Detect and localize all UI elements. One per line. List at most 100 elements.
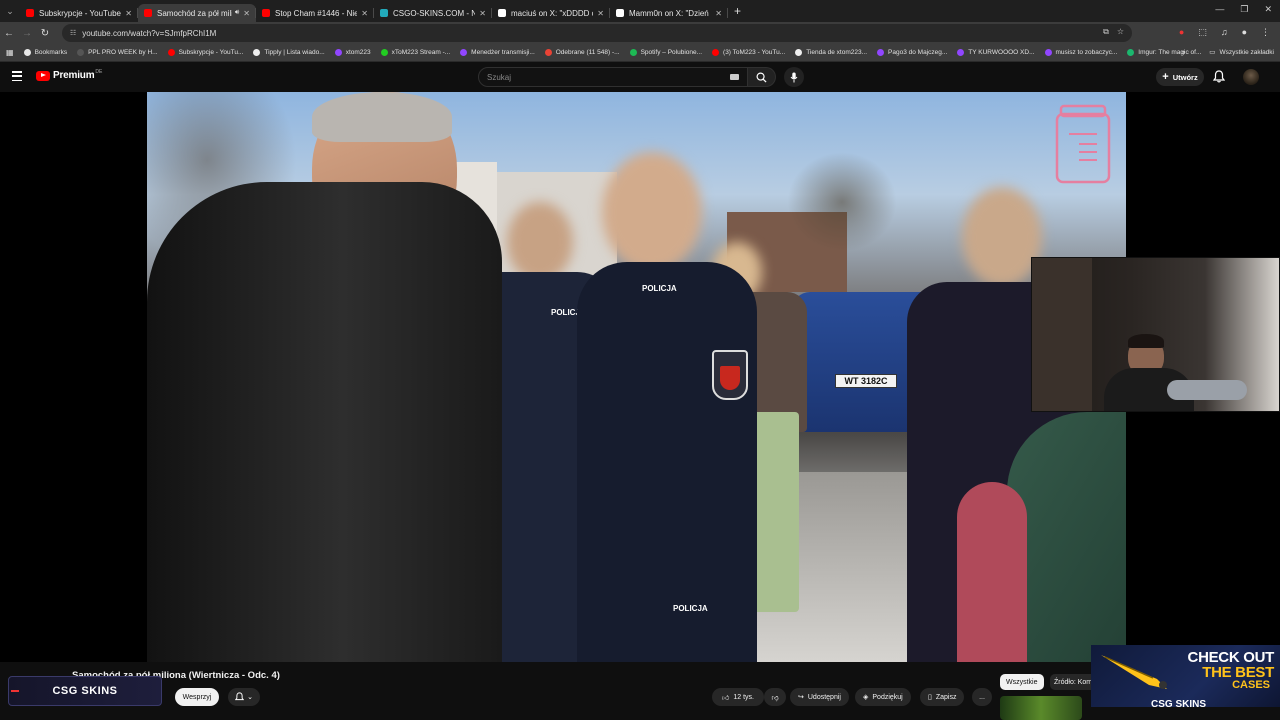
- voice-search-button[interactable]: [784, 67, 804, 87]
- bookmarks-overflow-icon[interactable]: »: [1182, 49, 1186, 56]
- speaker-icon[interactable]: 🔊︎: [235, 9, 239, 17]
- share-button[interactable]: ↪ Udostępnij: [790, 688, 849, 706]
- subscription-bell-button[interactable]: ⌄: [228, 688, 260, 706]
- dislike-button[interactable]: 👎︎: [764, 688, 786, 706]
- bookmark-item[interactable]: (3) ToM223 - YouTu...: [712, 49, 785, 56]
- youtube-premium-logo[interactable]: Premium DE: [36, 69, 102, 81]
- chip-all[interactable]: Wszystkie: [1000, 674, 1044, 690]
- bookmark-item[interactable]: Tienda de xtom223...: [795, 49, 867, 56]
- tab-title: Mamm0n on X: "Dzień Dobry!: [629, 8, 711, 18]
- chip-source[interactable]: Źródło: Kom: [1050, 674, 1097, 690]
- bookmark-item[interactable]: TY KURWOOOO XD...: [957, 49, 1035, 56]
- thumbs-down-icon: 👎︎: [771, 694, 779, 702]
- tab-search-icon[interactable]: ⌄: [0, 0, 20, 22]
- browser-tab[interactable]: Mamm0n on X: "Dzień Dobry! ✕: [610, 4, 728, 22]
- notifications-button[interactable]: [1212, 70, 1226, 88]
- microphone-icon: [790, 72, 798, 82]
- knife-icon: [1101, 655, 1167, 689]
- bookmark-item[interactable]: Odebrane (11 548) -...: [544, 49, 620, 56]
- create-button[interactable]: + Utwórz: [1156, 68, 1204, 86]
- bookmark-star-icon[interactable]: ☆: [1117, 27, 1124, 37]
- all-bookmarks-link[interactable]: Wszystkie zakładki: [1219, 49, 1274, 56]
- bookmark-label: Menedżer transmisji...: [471, 49, 535, 56]
- bookmark-label: (3) ToM223 - YouTu...: [723, 49, 786, 56]
- tab-close-icon[interactable]: ✕: [715, 9, 722, 18]
- apps-grid-icon[interactable]: ▦: [6, 48, 14, 57]
- bookmark-favicon-icon: [23, 49, 31, 56]
- bookmark-item[interactable]: Bookmarks: [23, 49, 67, 56]
- tab-close-icon[interactable]: ✕: [361, 9, 368, 18]
- sponsor-ad-overlay[interactable]: CHECK OUT THE BEST CASES CSG SKINS: [1091, 645, 1280, 707]
- search-button[interactable]: [748, 67, 776, 87]
- browser-tab[interactable]: Stop Cham #1446 - Niebezpiec✕: [256, 4, 374, 22]
- youtube-icon: [262, 9, 270, 17]
- csgo-icon: [380, 9, 388, 17]
- tab-separator: [727, 8, 728, 18]
- thanks-button[interactable]: ◈ Podziękuj: [855, 688, 911, 706]
- browser-tab[interactable]: maciuś on X: "xDDDD co jest t ✕: [492, 4, 610, 22]
- bookmark-label: musisz to zobaczyc...: [1055, 49, 1118, 56]
- bookmark-item[interactable]: musisz to zobaczyc...: [1044, 49, 1118, 56]
- extensions-icon[interactable]: ⬚: [1198, 27, 1207, 38]
- bookmark-item[interactable]: Spotify – Polubione...: [629, 49, 702, 56]
- new-tab-button[interactable]: +: [734, 4, 741, 18]
- bell-icon: [235, 692, 245, 701]
- media-control-icon[interactable]: ♫: [1221, 27, 1228, 38]
- man-right-head: [962, 187, 1042, 287]
- folder-icon: ▭: [1209, 49, 1216, 56]
- recommended-thumbnail[interactable]: [1000, 696, 1082, 720]
- bell-icon: [1212, 70, 1226, 83]
- install-icon[interactable]: ⧉: [1103, 27, 1109, 37]
- bookmark-favicon-icon: [544, 49, 552, 56]
- menu-icon[interactable]: [12, 71, 22, 81]
- browser-menu-icon[interactable]: ⋮: [1261, 27, 1270, 38]
- maximize-icon[interactable]: ❐: [1240, 4, 1248, 15]
- chevron-down-icon: ⌄: [247, 694, 253, 701]
- site-info-icon[interactable]: ☷: [70, 29, 76, 37]
- tab-title: Subskrypcje - YouTube: [39, 8, 121, 18]
- support-button[interactable]: Wesprzyj: [175, 688, 219, 706]
- profile-icon[interactable]: ●: [1242, 27, 1247, 38]
- bookmark-favicon-icon: [877, 49, 885, 56]
- bookmark-item[interactable]: PPL PRO WEEK by H...: [77, 49, 158, 56]
- keyboard-icon[interactable]: [730, 74, 739, 80]
- minimize-icon[interactable]: —: [1215, 4, 1224, 15]
- browser-tab[interactable]: Subskrypcje - YouTube ✕: [20, 4, 138, 22]
- address-toolbar: ← → ↻ ☷ youtube.com/watch?v=SJmfpRChI1M …: [0, 22, 1280, 44]
- browser-tab[interactable]: CSGO-SKINS.COM - Najlepsze✕: [374, 4, 492, 22]
- bookmark-item[interactable]: Subskrypcje - YouTu...: [167, 49, 244, 56]
- search-input[interactable]: Szukaj: [478, 67, 748, 87]
- bookmark-item[interactable]: Menedżer transmisji...: [460, 49, 535, 56]
- bookmark-item[interactable]: Pago3 do Majczeg...: [877, 49, 947, 56]
- browser-tab[interactable]: Samochód za pół miliona (🔊︎ ✕: [138, 4, 256, 22]
- tab-close-icon[interactable]: ✕: [597, 9, 604, 18]
- bookmark-favicon-icon: [1127, 49, 1135, 56]
- opera-extension-icon[interactable]: ●: [1179, 27, 1184, 38]
- like-button[interactable]: 👍︎ 12 tys.: [712, 688, 764, 706]
- bookmark-label: Subskrypcje - YouTu...: [178, 49, 244, 56]
- account-avatar[interactable]: [1243, 69, 1259, 85]
- save-button[interactable]: ▯ Zapisz: [920, 688, 965, 706]
- tab-close-icon[interactable]: ✕: [243, 9, 250, 18]
- youtube-play-icon: [36, 70, 50, 81]
- more-actions-button[interactable]: ...: [972, 688, 992, 706]
- back-icon[interactable]: ←: [0, 28, 18, 39]
- youtube-icon: [144, 9, 152, 17]
- tab-close-icon[interactable]: ✕: [479, 9, 486, 18]
- window-controls: — ❐ ✕: [1215, 4, 1272, 15]
- webcam-shelf: [1032, 258, 1092, 411]
- reload-icon[interactable]: ↻: [36, 28, 54, 39]
- bookmark-item[interactable]: xtom223: [334, 49, 371, 56]
- save-icon: ▯: [928, 694, 932, 701]
- bookmark-favicon-icon: [957, 49, 965, 56]
- forward-icon[interactable]: →: [18, 28, 36, 39]
- bookmark-item[interactable]: Tipply | Lista wiado...: [253, 49, 325, 56]
- bookmark-favicon-icon: [629, 49, 637, 56]
- share-icon: ↪: [798, 694, 804, 701]
- close-window-icon[interactable]: ✕: [1264, 4, 1272, 15]
- video-frame[interactable]: WT 3182C POLICJA POLICJA POLICJA: [147, 92, 1126, 662]
- tab-title: maciuś on X: "xDDDD co jest t: [511, 8, 593, 18]
- url-bar[interactable]: ☷ youtube.com/watch?v=SJmfpRChI1M ⧉ ☆: [62, 24, 1132, 42]
- tab-close-icon[interactable]: ✕: [125, 9, 132, 18]
- bookmark-item[interactable]: xToM223 Stream -...: [380, 49, 450, 56]
